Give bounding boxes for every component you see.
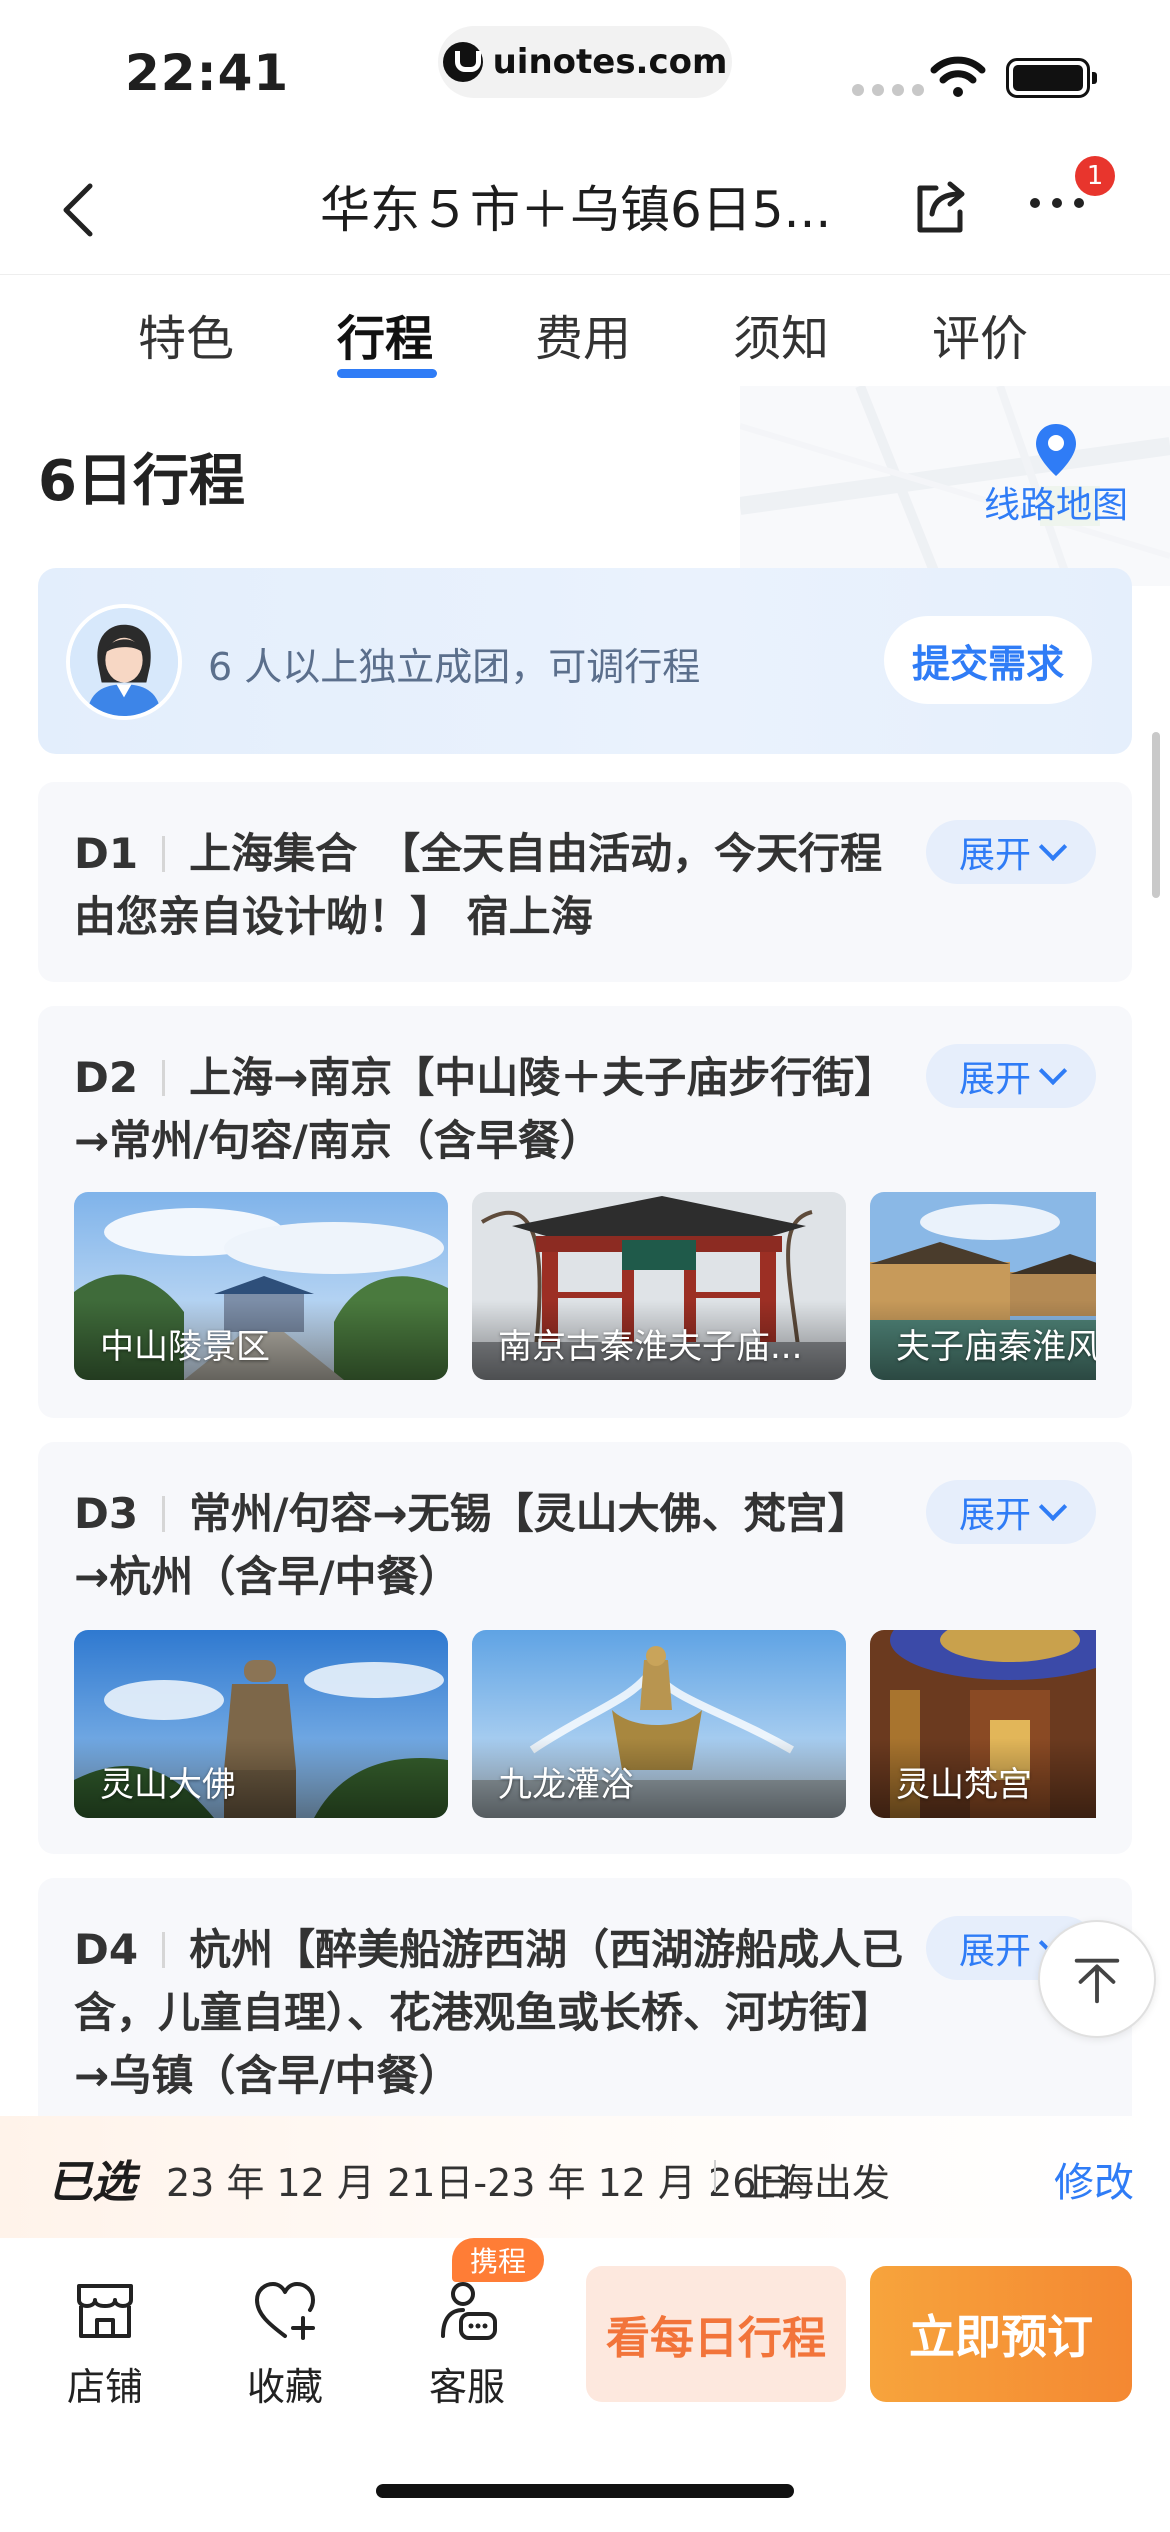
status-time: 22:41 [125,44,290,102]
expand-button[interactable]: 展开 [926,1044,1096,1108]
day-label: D3 [74,1489,139,1538]
departure-city: 上海出发 [738,2161,891,2205]
photo-caption: 九龙灌浴 [498,1765,634,1805]
selected-label: 已选 [48,2157,136,2208]
expand-label: 展开 [958,1495,1031,1536]
scrollbar[interactable] [1152,732,1160,898]
map-pin-icon[interactable] [1034,422,1078,478]
itinerary-title: 6日行程 [38,449,245,514]
day-description: D3 常州/句容→无锡【灵山大佛、梵宫】→杭州（含早/中餐） [74,1482,904,1608]
attraction-photo[interactable]: 中山陵景区 [74,1192,448,1380]
day-card-d2: D2 上海→南京【中山陵＋夫子庙步行街】→常州/句容/南京（含早餐） 展开 中山陵… [38,1006,1132,1418]
day-label: D4 [74,1925,139,1974]
service-button[interactable]: 客服 [412,2274,522,2411]
shop-button[interactable]: 店铺 [50,2274,160,2411]
day-description: D2 上海→南京【中山陵＋夫子庙步行街】→常州/句容/南京（含早餐） [74,1046,904,1172]
divider [162,836,166,872]
home-indicator [376,2484,794,2498]
selection-bar: 已选 23 年 12 月 21日-23 年 12 月 26日 上海出发 修改 [0,2116,1170,2238]
banner-text: 6 人以上独立成团，可调行程 [208,645,701,689]
ctrip-tag: 携程 [452,2238,544,2282]
photo-caption: 灵山大佛 [100,1765,236,1805]
battery-icon [1006,58,1097,98]
favorite-label: 收藏 [246,2365,323,2409]
more-menu-icon[interactable] [1030,198,1084,208]
divider [162,1932,166,1968]
expand-label: 展开 [958,1059,1031,1100]
photo-caption: 中山陵景区 [100,1327,270,1367]
day-text: 上海集合 【全天自由活动，今天行程由您亲自设计呦！】 宿上海 [74,829,883,941]
wifi-icon [930,56,986,97]
tab-bar: 特色 行程 费用 须知 评价 [0,274,1170,386]
notification-badge: 1 [1075,156,1115,196]
active-tab-indicator [337,369,437,378]
chevron-down-icon [1038,1492,1068,1522]
day-text: 上海→南京【中山陵＋夫子庙步行街】→常州/句容/南京（含早餐） [74,1053,897,1165]
tab-reviews[interactable]: 评价 [932,299,1028,369]
book-now-button[interactable]: 立即预订 [870,2266,1132,2402]
signal-icon [852,84,924,96]
group-tour-banner: 6 人以上独立成团，可调行程 提交需求 [38,568,1132,754]
nav-header: 华东５市＋乌镇6日5... 1 [0,140,1170,274]
chevron-down-icon [1038,1056,1068,1086]
day-card-d1: D1 上海集合 【全天自由活动，今天行程由您亲自设计呦！】 宿上海 展开 [38,782,1132,982]
day-text: 杭州【醉美船游西湖（西湖游船成人已含，儿童自理）、花港观鱼或长桥、河坊街】→乌镇… [74,1925,904,2100]
day-text: 常州/句容→无锡【灵山大佛、梵宫】→杭州（含早/中餐） [74,1489,870,1601]
day-label: D2 [74,1053,139,1102]
status-bar: 22:41 uinotes.com [0,0,1170,140]
photo-caption: 南京古秦淮夫子庙... [498,1327,803,1367]
submit-request-button[interactable]: 提交需求 [884,616,1092,704]
attraction-photo[interactable]: 灵山梵宫 [870,1630,1096,1818]
tab-features[interactable]: 特色 [138,299,234,369]
store-icon [77,2284,133,2338]
url-pill[interactable]: uinotes.com [438,26,732,98]
selected-dates: 23 年 12 月 21日-23 年 12 月 26日 [166,2161,795,2205]
expand-button[interactable]: 展开 [926,1480,1096,1544]
shop-label: 店铺 [66,2365,143,2409]
heart-plus-icon [255,2282,315,2340]
tab-fees[interactable]: 费用 [535,299,631,369]
photo-row: 中山陵景区 南京古秦淮夫子庙... 夫子庙秦淮风 [74,1192,1096,1380]
service-label: 客服 [428,2365,505,2409]
photo-caption: 夫子庙秦淮风 [896,1327,1096,1367]
back-arrow-icon[interactable] [52,180,112,240]
tab-itinerary[interactable]: 行程 [337,299,433,369]
attraction-photo[interactable]: 九龙灌浴 [472,1630,846,1818]
photo-row: 灵山大佛 九龙灌浴 灵山梵宫 [74,1630,1096,1818]
modify-button[interactable]: 修改 [1054,2150,1134,2208]
share-icon[interactable] [910,178,970,238]
favorite-button[interactable]: 收藏 [230,2274,340,2411]
attraction-photo[interactable]: 南京古秦淮夫子庙... [472,1192,846,1380]
expand-label: 展开 [958,1931,1031,1972]
attraction-photo[interactable]: 夫子庙秦淮风 [870,1192,1096,1380]
divider [162,1496,166,1532]
customer-service-icon [441,2282,497,2340]
agent-avatar [66,604,182,720]
divider [714,2160,716,2192]
expand-label: 展开 [958,835,1031,876]
page-title: 华东５市＋乌镇6日5... [320,181,832,239]
route-map-link[interactable]: 线路地图 [984,476,1128,528]
day-card-d3: D3 常州/句容→无锡【灵山大佛、梵宫】→杭州（含早/中餐） 展开 灵山大佛 九… [38,1442,1132,1854]
expand-button[interactable]: 展开 [926,820,1096,884]
photo-caption: 灵山梵宫 [896,1765,1032,1805]
site-logo-icon [442,42,483,82]
day-label: D1 [74,829,139,878]
divider [162,1060,166,1096]
url-text: uinotes.com [492,42,728,82]
back-to-top-icon[interactable] [1038,1920,1156,2038]
day-description: D1 上海集合 【全天自由活动，今天行程由您亲自设计呦！】 宿上海 [74,822,904,948]
tab-notice[interactable]: 须知 [733,299,829,369]
daily-itinerary-button[interactable]: 看每日行程 [586,2266,846,2402]
day-description: D4 杭州【醉美船游西湖（西湖游船成人已含，儿童自理）、花港观鱼或长桥、河坊街】→… [74,1918,904,2107]
attraction-photo[interactable]: 灵山大佛 [74,1630,448,1818]
chevron-down-icon [1038,832,1068,862]
itinerary-header: 6日行程 线路地图 [0,386,1170,586]
